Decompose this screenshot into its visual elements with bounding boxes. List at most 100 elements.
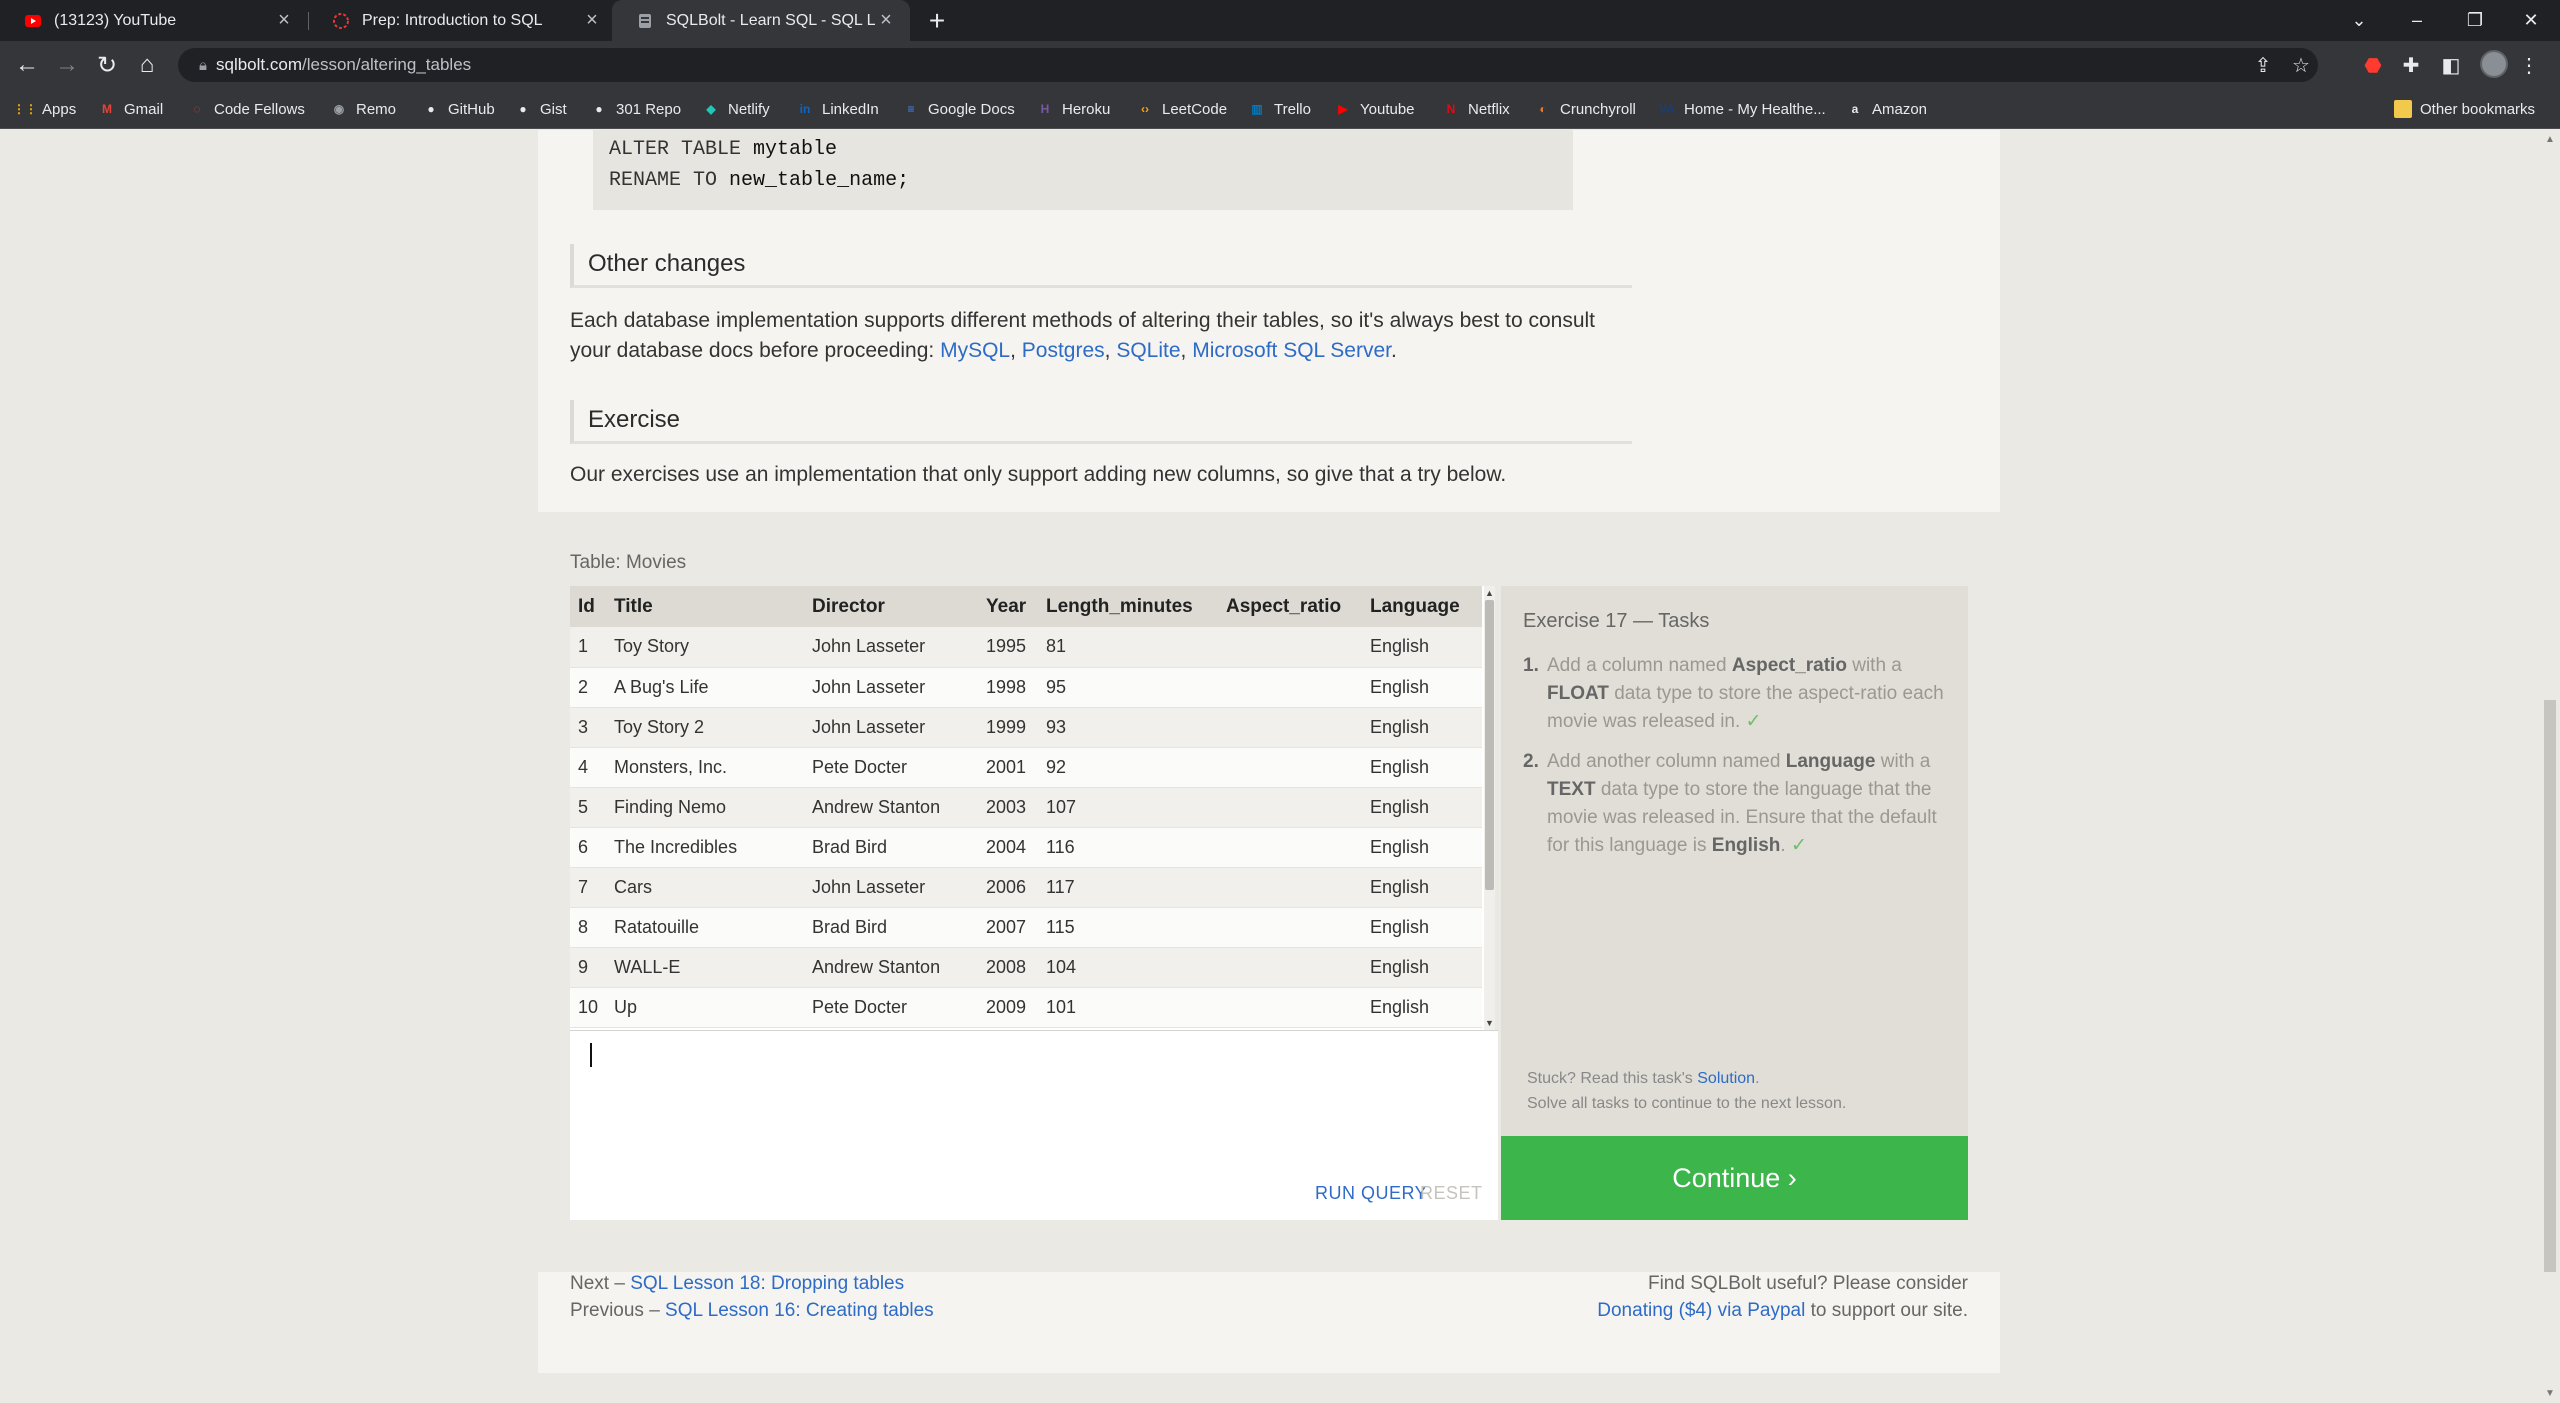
mssql-link[interactable]: Microsoft SQL Server	[1192, 339, 1391, 362]
bookmark-code-fellows[interactable]: ◌ Code Fellows	[188, 89, 304, 129]
table-row: 5 Finding Nemo Andrew Stanton 2003 107 Englis…	[570, 787, 1482, 828]
cell-director: Andrew Stanton	[804, 787, 978, 828]
new-tab-button[interactable]: +	[922, 0, 952, 41]
bookmark-leetcode[interactable]: ‹› LeetCode	[1136, 89, 1227, 129]
github-icon: ●	[427, 102, 435, 116]
bookmark-crunchyroll[interactable]: ◐ Crunchyroll	[1534, 89, 1635, 129]
minimize-button[interactable]: –	[2388, 0, 2446, 41]
bookmark-label: Heroku	[1062, 100, 1111, 118]
tab-title: SQLBolt - Learn SQL - SQL Lesson	[666, 11, 876, 29]
bookmark-gist[interactable]: ● Gist	[514, 89, 566, 129]
tab-prep-sql[interactable]: Prep: Introduction to SQL ×	[308, 0, 616, 41]
bookmark-label: LinkedIn	[822, 100, 879, 118]
scrollbar-thumb[interactable]	[2544, 700, 2556, 1272]
cell-length_minutes: 81	[1038, 627, 1218, 668]
postgres-link[interactable]: Postgres	[1022, 339, 1105, 362]
run-query-button[interactable]: RUN QUERY	[1315, 1183, 1427, 1204]
linkedin-icon: in	[799, 102, 811, 116]
column-header-title: Title	[606, 586, 804, 627]
bookmark-label: Trello	[1274, 100, 1311, 118]
table-header-row: Id Title Director Year Length_minutes Aspect_…	[570, 586, 1482, 627]
bookmark-remo[interactable]: ◉ Remo	[330, 89, 396, 129]
continue-button[interactable]: Continue ›	[1501, 1136, 1968, 1220]
cell-director: Brad Bird	[804, 827, 978, 868]
table-row: 8 Ratatouille Brad Bird 2007 115 English	[570, 907, 1482, 948]
extension-adblock-icon[interactable]: ⬣	[2356, 41, 2390, 89]
reload-icon[interactable]: ↻	[90, 41, 124, 89]
bookmark-amazon[interactable]: a Amazon	[1846, 89, 1927, 129]
solution-link[interactable]: Solution	[1697, 1070, 1755, 1087]
codefellows-icon: ◌	[193, 102, 201, 116]
previous-lesson-link[interactable]: SQL Lesson 16: Creating tables	[665, 1300, 934, 1321]
bookmark-home-my-healthe[interactable]: VA Home - My Healthe...	[1658, 89, 1826, 129]
address-bar[interactable]: 🔒︎ sqlbolt.com/lesson/altering_tables ⇪ …	[178, 48, 2318, 82]
menu-icon[interactable]: ⋮	[2512, 41, 2546, 89]
tab-search-icon[interactable]: ⌄	[2330, 0, 2388, 41]
bookmark-trello[interactable]: ▥ Trello	[1248, 89, 1311, 129]
cell-id: 6	[570, 827, 606, 868]
next-lesson-link[interactable]: SQL Lesson 18: Dropping tables	[630, 1273, 904, 1294]
netflix-icon: N	[1446, 102, 1456, 116]
close-window-button[interactable]: ✕	[2502, 0, 2560, 41]
bookmark-linkedin[interactable]: in LinkedIn	[796, 89, 879, 129]
page-scrollbar[interactable]: ▲ ▼	[2540, 130, 2560, 1403]
column-header-length_minutes: Length_minutes	[1038, 586, 1218, 627]
back-arrow-icon[interactable]: ←	[10, 41, 44, 89]
bookmark-gmail[interactable]: M Gmail	[98, 89, 163, 129]
column-header-director: Director	[804, 586, 978, 627]
close-tab-icon[interactable]: ×	[274, 9, 294, 32]
cell-id: 2	[570, 667, 606, 708]
mysql-link[interactable]: MySQL	[940, 339, 1010, 362]
close-tab-icon[interactable]: ×	[876, 9, 896, 32]
sqlite-link[interactable]: SQLite	[1116, 339, 1180, 362]
forward-arrow-icon[interactable]: →	[50, 41, 84, 89]
tasks-panel: Exercise 17 — Tasks 1. Add a column name…	[1501, 586, 1968, 1136]
bookmark-netlify[interactable]: ◆ Netlify	[702, 89, 769, 129]
tab-youtube[interactable]: (13123) YouTube ×	[0, 0, 308, 41]
cell-year: 1998	[978, 667, 1038, 708]
scroll-down-arrow-icon[interactable]: ▼	[1484, 1018, 1495, 1028]
bookmarks-bar: ⋮⋮ Apps M Gmail ◌ Code Fellows ◉ Remo ● GitHub ● Gi…	[0, 89, 2560, 129]
share-icon[interactable]: ⇪	[2248, 48, 2278, 82]
scroll-up-arrow-icon[interactable]: ▲	[2540, 134, 2560, 145]
text-caret	[590, 1043, 592, 1067]
results-scrollbar[interactable]: ▲ ▼	[1484, 586, 1495, 1030]
bookmark-heroku[interactable]: H Heroku	[1036, 89, 1111, 129]
cell-year: 2003	[978, 787, 1038, 828]
other-bookmarks[interactable]: Other bookmarks	[2394, 89, 2535, 129]
bookmark-netflix[interactable]: N Netflix	[1442, 89, 1510, 129]
lock-icon[interactable]: 🔒︎	[190, 57, 216, 74]
scroll-up-arrow-icon[interactable]: ▲	[1484, 588, 1495, 598]
star-icon[interactable]: ☆	[2286, 48, 2316, 82]
bookmark-google-docs[interactable]: ≡ Google Docs	[902, 89, 1014, 129]
scrollbar-thumb[interactable]	[1485, 600, 1494, 890]
cell-director: John Lasseter	[804, 707, 978, 748]
side-panel-icon[interactable]: ◧	[2434, 41, 2468, 89]
home-icon[interactable]: ⌂	[130, 41, 164, 89]
cell-aspect_ratio	[1218, 827, 1362, 868]
avatar[interactable]	[2480, 50, 2508, 78]
reset-button[interactable]: RESET	[1420, 1183, 1483, 1204]
extensions-puzzle-icon[interactable]: ✚	[2394, 41, 2428, 89]
cell-aspect_ratio	[1218, 947, 1362, 988]
code-block: ALTER TABLE mytable RENAME TO new_table_…	[593, 130, 1573, 210]
bookmark-youtube[interactable]: ▶ Youtube	[1334, 89, 1414, 129]
donate-link[interactable]: Donating ($4) via Paypal	[1597, 1300, 1805, 1321]
restore-button[interactable]: ❐	[2446, 0, 2504, 41]
cell-language: English	[1362, 827, 1482, 868]
exercise-paragraph: Our exercises use an implementation that…	[570, 463, 1507, 486]
close-tab-icon[interactable]: ×	[582, 9, 602, 32]
cell-length_minutes: 117	[1038, 867, 1218, 908]
cell-title: Ratatouille	[606, 907, 804, 948]
table-row: 1 Toy Story John Lasseter 1995 81 English	[570, 627, 1482, 668]
scroll-down-arrow-icon[interactable]: ▼	[2540, 1388, 2560, 1399]
bookmark-301-repo[interactable]: ● 301 Repo	[590, 89, 681, 129]
bookmark-github[interactable]: ● GitHub	[422, 89, 494, 129]
bookmark-apps[interactable]: ⋮⋮ Apps	[13, 89, 76, 129]
cell-director: Pete Docter	[804, 987, 978, 1028]
tab-sqlbolt[interactable]: SQLBolt - Learn SQL - SQL Lesson ×	[612, 0, 910, 41]
query-editor[interactable]: RUN QUERY RESET	[570, 1030, 1498, 1220]
bookmark-label: Home - My Healthe...	[1684, 100, 1826, 118]
cell-id: 4	[570, 747, 606, 788]
cell-director: Brad Bird	[804, 907, 978, 948]
